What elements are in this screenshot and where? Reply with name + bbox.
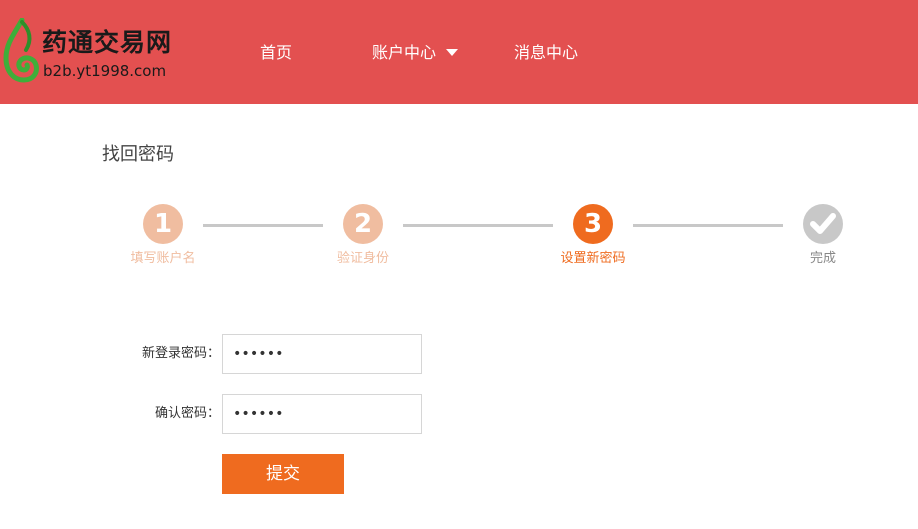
- step-2-label: 验证身份: [336, 251, 389, 266]
- page-title: 找回密码: [102, 144, 174, 165]
- logo-title[interactable]: 药通交易网: [42, 27, 172, 59]
- check-icon: [810, 213, 836, 234]
- leaf-logo-icon: [3, 18, 39, 83]
- step-connector: [403, 224, 553, 227]
- submit-button[interactable]: 提交: [222, 454, 344, 494]
- nav-message-center[interactable]: 消息中心: [514, 42, 578, 64]
- step-4-circle: [803, 204, 843, 244]
- logo-url[interactable]: b2b.yt1998.com: [43, 62, 166, 80]
- step-connector: [633, 224, 783, 227]
- step-connector: [203, 224, 323, 227]
- caret-down-icon[interactable]: [446, 49, 458, 56]
- nav-account-center[interactable]: 账户中心: [372, 42, 436, 64]
- step-3-circle: 3: [573, 204, 613, 244]
- header: 药通交易网 b2b.yt1998.com 首页 账户中心 消息中心: [0, 0, 918, 104]
- step-1-label: 填写账户名: [130, 251, 196, 266]
- step-4-label: 完成: [809, 251, 836, 266]
- confirm-password-label: 确认密码：: [154, 406, 220, 421]
- step-2-circle: 2: [343, 204, 383, 244]
- new-password-field[interactable]: ••••••: [222, 334, 422, 374]
- nav-home[interactable]: 首页: [260, 42, 292, 64]
- step-1-circle: 1: [143, 204, 183, 244]
- new-password-label: 新登录密码：: [141, 346, 220, 361]
- step-3-label: 设置新密码: [560, 251, 626, 266]
- confirm-password-field[interactable]: ••••••: [222, 394, 422, 434]
